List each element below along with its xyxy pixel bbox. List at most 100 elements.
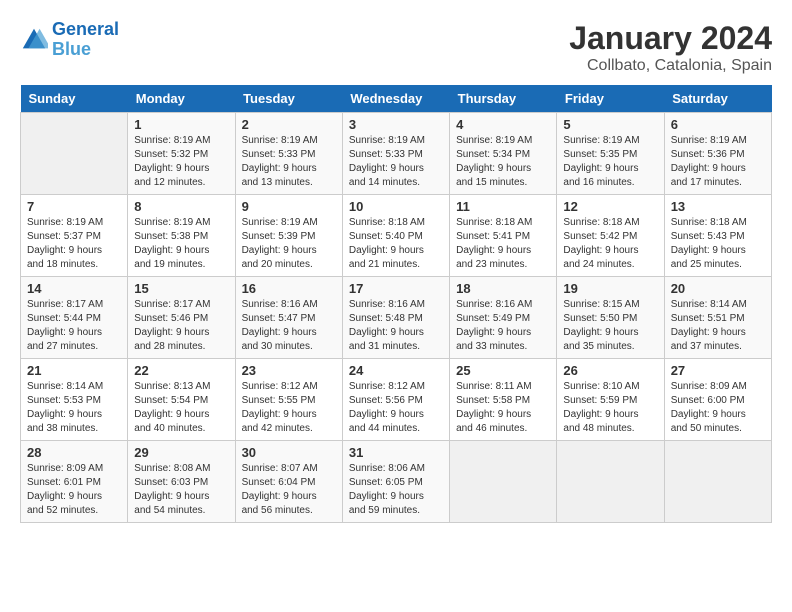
calendar-cell: 7Sunrise: 8:19 AMSunset: 5:37 PMDaylight… — [21, 195, 128, 277]
day-info: Sunrise: 8:19 AMSunset: 5:38 PMDaylight:… — [134, 216, 228, 272]
calendar-cell: 8Sunrise: 8:19 AMSunset: 5:38 PMDaylight… — [128, 195, 235, 277]
day-info: Sunrise: 8:18 AMSunset: 5:43 PMDaylight:… — [671, 216, 765, 272]
calendar-cell: 24 Sunrise: 8:12 AMSunset: 5:56 PMDayligh… — [342, 359, 449, 441]
day-info: Sunrise: 8:16 AMSunset: 5:48 PMDaylight:… — [349, 298, 443, 354]
day-number: 21 — [27, 363, 121, 378]
day-of-week-header: Wednesday — [342, 85, 449, 113]
day-number: 16 — [242, 281, 336, 296]
day-info: Sunrise: 8:19 AMSunset: 5:34 PMDaylight:… — [456, 134, 550, 190]
calendar-cell: 21 Sunrise: 8:14 AMSunset: 5:53 PMDayligh… — [21, 359, 128, 441]
day-of-week-header: Friday — [557, 85, 664, 113]
day-info: Sunrise: 8:07 AMSunset: 6:04 PMDaylight:… — [242, 462, 336, 518]
day-number: 31 — [349, 445, 443, 460]
day-info: Sunrise: 8:19 AMSunset: 5:36 PMDaylight:… — [671, 134, 765, 190]
calendar-cell: 11 Sunrise: 8:18 AMSunset: 5:41 PMDayligh… — [450, 195, 557, 277]
logo: General Blue — [20, 20, 119, 60]
calendar-cell: 27 Sunrise: 8:09 AMSunset: 6:00 PMDayligh… — [664, 359, 771, 441]
day-info: Sunrise: 8:17 AMSunset: 5:44 PMDaylight:… — [27, 298, 121, 354]
day-number: 10 — [349, 199, 443, 214]
calendar-cell: 19Sunrise: 8:15 AMSunset: 5:50 PMDayligh… — [557, 277, 664, 359]
day-info: Sunrise: 8:18 AMSunset: 5:41 PMDaylight:… — [456, 216, 550, 272]
day-info: Sunrise: 8:15 AMSunset: 5:50 PMDaylight:… — [563, 298, 657, 354]
day-number: 5 — [563, 117, 657, 132]
calendar-cell: 5 Sunrise: 8:19 AMSunset: 5:35 PMDaylight… — [557, 113, 664, 195]
calendar-cell: 3 Sunrise: 8:19 AMSunset: 5:33 PMDaylight… — [342, 113, 449, 195]
day-number: 11 — [456, 199, 550, 214]
title-block: January 2024 Collbato, Catalonia, Spain — [569, 20, 772, 75]
day-number: 18 — [456, 281, 550, 296]
day-number: 4 — [456, 117, 550, 132]
day-info: Sunrise: 8:17 AMSunset: 5:46 PMDaylight:… — [134, 298, 228, 354]
day-number: 22 — [134, 363, 228, 378]
calendar-cell — [557, 441, 664, 523]
day-number: 17 — [349, 281, 443, 296]
day-info: Sunrise: 8:12 AMSunset: 5:55 PMDaylight:… — [242, 380, 336, 436]
day-of-week-header: Tuesday — [235, 85, 342, 113]
calendar-cell: 16 Sunrise: 8:16 AMSunset: 5:47 PMDayligh… — [235, 277, 342, 359]
day-number: 15 — [134, 281, 228, 296]
calendar-cell: 30 Sunrise: 8:07 AMSunset: 6:04 PMDayligh… — [235, 441, 342, 523]
day-number: 13 — [671, 199, 765, 214]
main-title: January 2024 — [569, 20, 772, 57]
calendar-cell: 17 Sunrise: 8:16 AMSunset: 5:48 PMDayligh… — [342, 277, 449, 359]
calendar-cell: 12Sunrise: 8:18 AMSunset: 5:42 PMDayligh… — [557, 195, 664, 277]
day-info: Sunrise: 8:06 AMSunset: 6:05 PMDaylight:… — [349, 462, 443, 518]
calendar-cell: 4 Sunrise: 8:19 AMSunset: 5:34 PMDaylight… — [450, 113, 557, 195]
calendar-cell: 14 Sunrise: 8:17 AMSunset: 5:44 PMDayligh… — [21, 277, 128, 359]
calendar-week-row: 21 Sunrise: 8:14 AMSunset: 5:53 PMDayligh… — [21, 359, 772, 441]
calendar-cell: 15 Sunrise: 8:17 AMSunset: 5:46 PMDayligh… — [128, 277, 235, 359]
day-info: Sunrise: 8:11 AMSunset: 5:58 PMDaylight:… — [456, 380, 550, 436]
day-info: Sunrise: 8:16 AMSunset: 5:47 PMDaylight:… — [242, 298, 336, 354]
logo-icon — [20, 26, 48, 54]
day-info: Sunrise: 8:19 AMSunset: 5:35 PMDaylight:… — [563, 134, 657, 190]
day-info: Sunrise: 8:16 AMSunset: 5:49 PMDaylight:… — [456, 298, 550, 354]
day-info: Sunrise: 8:10 AMSunset: 5:59 PMDaylight:… — [563, 380, 657, 436]
calendar-cell: 28Sunrise: 8:09 AMSunset: 6:01 PMDayligh… — [21, 441, 128, 523]
calendar-cell: 10Sunrise: 8:18 AMSunset: 5:40 PMDayligh… — [342, 195, 449, 277]
page-header: General Blue January 2024 Collbato, Cata… — [20, 20, 772, 75]
day-info: Sunrise: 8:09 AMSunset: 6:00 PMDaylight:… — [671, 380, 765, 436]
calendar-cell: 13 Sunrise: 8:18 AMSunset: 5:43 PMDayligh… — [664, 195, 771, 277]
day-number: 27 — [671, 363, 765, 378]
day-number: 20 — [671, 281, 765, 296]
day-info: Sunrise: 8:13 AMSunset: 5:54 PMDaylight:… — [134, 380, 228, 436]
calendar-week-row: 28Sunrise: 8:09 AMSunset: 6:01 PMDayligh… — [21, 441, 772, 523]
calendar-cell: 1Sunrise: 8:19 AMSunset: 5:32 PMDaylight… — [128, 113, 235, 195]
calendar-week-row: 7Sunrise: 8:19 AMSunset: 5:37 PMDaylight… — [21, 195, 772, 277]
calendar-cell: 31 Sunrise: 8:06 AMSunset: 6:05 PMDayligh… — [342, 441, 449, 523]
calendar-cell: 6 Sunrise: 8:19 AMSunset: 5:36 PMDaylight… — [664, 113, 771, 195]
day-info: Sunrise: 8:19 AMSunset: 5:33 PMDaylight:… — [242, 134, 336, 190]
calendar-week-row: 14 Sunrise: 8:17 AMSunset: 5:44 PMDayligh… — [21, 277, 772, 359]
day-of-week-header: Sunday — [21, 85, 128, 113]
day-info: Sunrise: 8:19 AMSunset: 5:33 PMDaylight:… — [349, 134, 443, 190]
subtitle: Collbato, Catalonia, Spain — [569, 57, 772, 75]
calendar-cell: 26 Sunrise: 8:10 AMSunset: 5:59 PMDayligh… — [557, 359, 664, 441]
day-info: Sunrise: 8:09 AMSunset: 6:01 PMDaylight:… — [27, 462, 121, 518]
calendar-cell — [21, 113, 128, 195]
calendar-table: SundayMondayTuesdayWednesdayThursdayFrid… — [20, 85, 772, 523]
day-info: Sunrise: 8:08 AMSunset: 6:03 PMDaylight:… — [134, 462, 228, 518]
day-number: 14 — [27, 281, 121, 296]
day-info: Sunrise: 8:18 AMSunset: 5:42 PMDaylight:… — [563, 216, 657, 272]
calendar-cell: 2Sunrise: 8:19 AMSunset: 5:33 PMDaylight… — [235, 113, 342, 195]
day-number: 3 — [349, 117, 443, 132]
calendar-cell: 9Sunrise: 8:19 AMSunset: 5:39 PMDaylight… — [235, 195, 342, 277]
calendar-cell: 18 Sunrise: 8:16 AMSunset: 5:49 PMDayligh… — [450, 277, 557, 359]
day-info: Sunrise: 8:14 AMSunset: 5:53 PMDaylight:… — [27, 380, 121, 436]
day-number: 23 — [242, 363, 336, 378]
day-number: 6 — [671, 117, 765, 132]
day-info: Sunrise: 8:12 AMSunset: 5:56 PMDaylight:… — [349, 380, 443, 436]
day-info: Sunrise: 8:14 AMSunset: 5:51 PMDaylight:… — [671, 298, 765, 354]
day-number: 30 — [242, 445, 336, 460]
calendar-cell: 22 Sunrise: 8:13 AMSunset: 5:54 PMDayligh… — [128, 359, 235, 441]
day-info: Sunrise: 8:19 AMSunset: 5:32 PMDaylight:… — [134, 134, 228, 190]
day-number: 9 — [242, 199, 336, 214]
day-number: 7 — [27, 199, 121, 214]
calendar-week-row: 1Sunrise: 8:19 AMSunset: 5:32 PMDaylight… — [21, 113, 772, 195]
calendar-cell — [450, 441, 557, 523]
calendar-cell — [664, 441, 771, 523]
day-number: 26 — [563, 363, 657, 378]
day-number: 29 — [134, 445, 228, 460]
day-of-week-header: Thursday — [450, 85, 557, 113]
day-number: 24 — [349, 363, 443, 378]
